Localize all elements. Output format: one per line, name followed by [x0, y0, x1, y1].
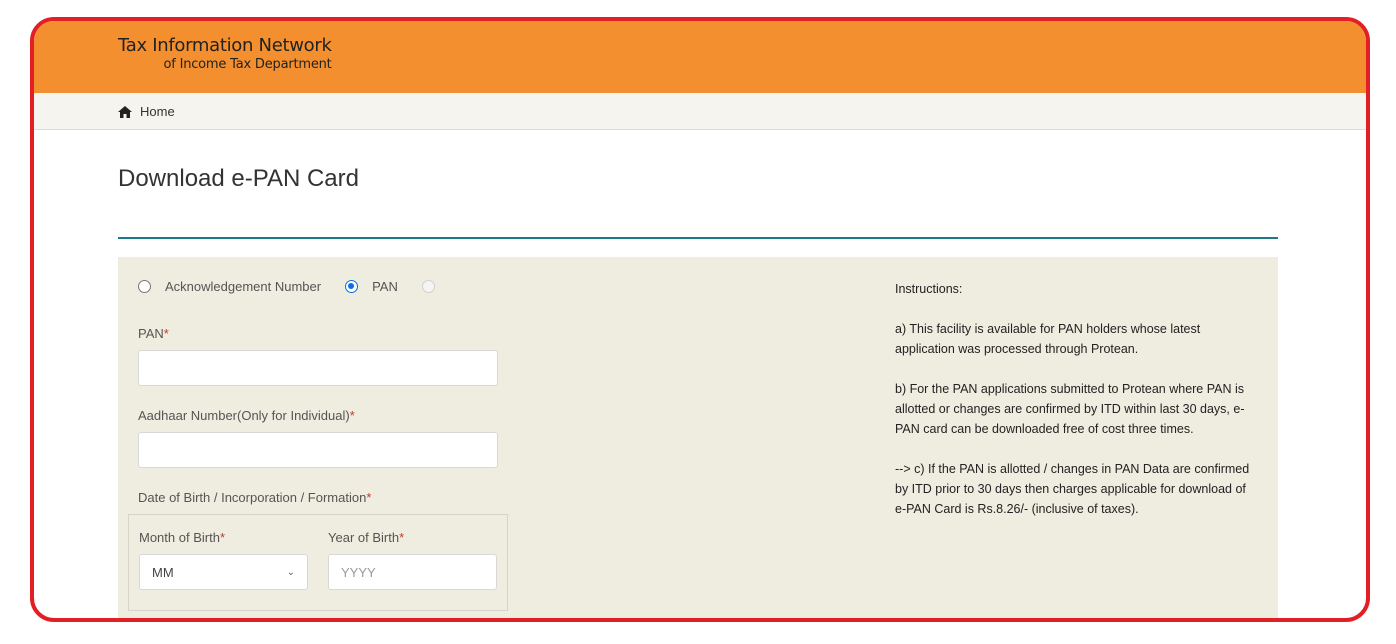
chevron-down-icon: ⌄	[286, 566, 295, 578]
home-icon[interactable]	[118, 105, 132, 118]
dob-fieldset: Month of Birth* MM ⌄ Year of Birth*	[128, 514, 508, 611]
instruction-item: b) For the PAN applications submitted to…	[895, 382, 1245, 436]
instructions-panel: Instructions: a) This facility is availa…	[895, 279, 1255, 539]
pan-label-text: PAN	[138, 326, 164, 341]
required-mark: *	[366, 490, 372, 505]
brand-title: Tax Information Network	[118, 35, 332, 56]
breadcrumb-home-link[interactable]: Home	[140, 104, 175, 119]
pan-label: PAN*	[138, 326, 169, 341]
radio-disabled-option[interactable]	[421, 280, 435, 293]
radio-pan[interactable]	[345, 280, 359, 293]
browser-frame: Tax Information Network of Income Tax De…	[30, 17, 1370, 622]
required-mark: *	[399, 530, 405, 545]
brand-logo[interactable]: Tax Information Network of Income Tax De…	[118, 35, 332, 73]
month-selected-value: MM	[152, 564, 174, 580]
month-of-birth-label: Month of Birth*	[139, 530, 225, 545]
year-label-text: Year of Birth	[328, 530, 400, 545]
aadhaar-label-text: Aadhaar Number(Only for Individual)	[138, 408, 350, 423]
search-type-radio-group: Acknowledgement Number PAN	[138, 279, 435, 294]
instructions-heading: Instructions:	[895, 282, 963, 296]
instruction-item: --> c) If the PAN is allotted / changes …	[895, 462, 1250, 516]
brand-subtitle: of Income Tax Department	[163, 57, 332, 72]
breadcrumb: Home	[34, 93, 1366, 130]
dob-label-text: Date of Birth / Incorporation / Formatio…	[138, 490, 367, 505]
aadhaar-label: Aadhaar Number(Only for Individual)*	[138, 408, 355, 423]
form-panel: Acknowledgement Number PAN PAN* Aadhaar …	[118, 257, 1278, 618]
title-divider	[118, 237, 1278, 239]
pan-input[interactable]	[138, 350, 498, 386]
dob-label: Date of Birth / Incorporation / Formatio…	[138, 490, 371, 505]
month-of-birth-select[interactable]: MM ⌄	[139, 554, 308, 590]
radio-acknowledgement-number[interactable]	[138, 280, 151, 293]
required-mark: *	[219, 530, 225, 545]
radio-label-acknowledgement: Acknowledgement Number	[165, 279, 322, 294]
instruction-item: a) This facility is available for PAN ho…	[895, 322, 1201, 356]
site-header: Tax Information Network of Income Tax De…	[34, 21, 1366, 93]
month-label-text: Month of Birth	[139, 530, 220, 545]
aadhaar-input[interactable]	[138, 432, 498, 468]
required-mark: *	[349, 408, 355, 423]
year-of-birth-label: Year of Birth*	[328, 530, 404, 545]
required-mark: *	[163, 326, 169, 341]
radio-label-pan: PAN	[372, 279, 398, 294]
page-title: Download e-PAN Card	[118, 165, 359, 192]
year-of-birth-input[interactable]	[328, 554, 497, 590]
